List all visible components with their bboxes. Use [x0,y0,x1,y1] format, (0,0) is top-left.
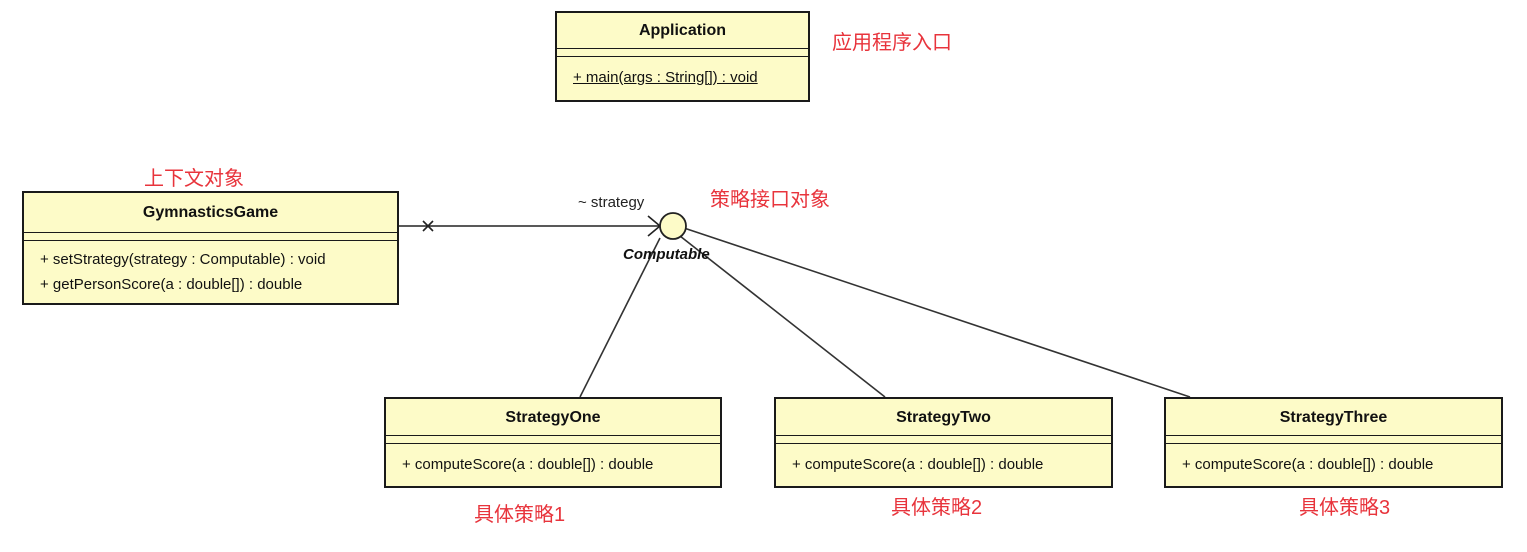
operation-compartment: + computeScore(a : double[]) : double [1166,444,1501,477]
note-strategy-two: 具体策略2 [891,497,983,519]
realization-line-strategy-three [683,227,1191,398]
attribute-compartment [386,436,720,444]
attribute-compartment [1166,436,1501,444]
note-application: 应用程序入口 [832,32,952,54]
association-role-label: ~ strategy [578,194,645,211]
class-name: StrategyOne [386,399,720,436]
operation: + computeScore(a : double[]) : double [792,456,1044,473]
class-name: GymnasticsGame [24,193,397,233]
operation: + getPersonScore(a : double[]) : double [40,276,303,293]
operation: + setStrategy(strategy : Computable) : v… [40,251,326,268]
class-gymnastics-game[interactable]: GymnasticsGame + setStrategy(strategy : … [22,191,399,305]
class-name: Application [557,13,808,49]
operation: + computeScore(a : double[]) : double [1182,456,1434,473]
interface-circle [659,212,687,240]
class-name: StrategyThree [1166,399,1501,436]
note-interface: 策略接口对象 [710,189,830,211]
operation-compartment: + setStrategy(strategy : Computable) : v… [24,241,397,297]
operation-compartment: + computeScore(a : double[]) : double [776,444,1111,477]
class-strategy-one[interactable]: StrategyOne + computeScore(a : double[])… [384,397,722,488]
note-strategy-three: 具体策略3 [1299,497,1391,519]
operation-compartment: + computeScore(a : double[]) : double [386,444,720,477]
note-strategy-one: 具体策略1 [474,504,566,526]
class-application[interactable]: Application + main(args : String[]) : vo… [555,11,810,102]
attribute-compartment [557,49,808,57]
attribute-compartment [24,233,397,241]
operation: + computeScore(a : double[]) : double [402,456,654,473]
attribute-compartment [776,436,1111,444]
class-strategy-three[interactable]: StrategyThree + computeScore(a : double[… [1164,397,1503,488]
class-name: StrategyTwo [776,399,1111,436]
interface-name: Computable [623,246,710,263]
operation-compartment: + main(args : String[]) : void [557,57,808,90]
operation: + main(args : String[]) : void [573,69,758,86]
class-strategy-two[interactable]: StrategyTwo + computeScore(a : double[])… [774,397,1113,488]
note-context: 上下文对象 [144,168,244,190]
